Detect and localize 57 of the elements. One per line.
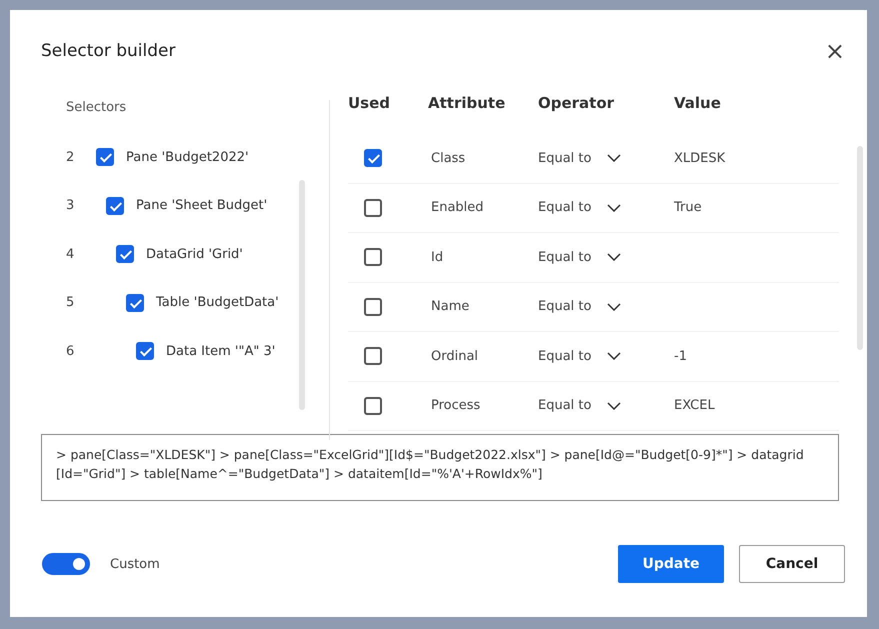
column-header: Operator — [538, 94, 616, 112]
operator-dropdown[interactable]: Equal to — [538, 348, 646, 364]
scrollbar[interactable] — [857, 146, 863, 350]
selector-item[interactable]: Data Item '"A" 3' — [166, 344, 276, 359]
table-cell-text: Name — [430, 299, 470, 314]
chevron-down-icon[interactable] — [607, 402, 622, 410]
operator-dropdown[interactable]: Equal to — [538, 150, 646, 166]
checkbox[interactable] — [364, 347, 382, 366]
close-button[interactable]: × — [820, 37, 849, 65]
row-number: 4 — [66, 246, 76, 262]
selector-item[interactable]: Table 'BudgetData' — [156, 295, 279, 310]
table-cell-text: True — [674, 200, 703, 216]
table-cell-text: Class — [430, 150, 466, 166]
row-number: 3 — [66, 198, 76, 214]
selectors-heading: Selectors — [66, 100, 128, 115]
scrollbar[interactable] — [299, 180, 305, 410]
column-header: Value — [674, 94, 722, 112]
row-number: 5 — [66, 295, 76, 310]
table-cell-text: -1 — [674, 348, 688, 364]
checkbox[interactable] — [136, 342, 154, 360]
checkbox[interactable] — [364, 149, 382, 168]
row-number: 2 — [66, 150, 76, 165]
operator-dropdown[interactable]: Equal to — [538, 398, 646, 414]
dialog-title: Selector builder — [41, 41, 176, 61]
checkbox[interactable] — [96, 148, 114, 166]
checkbox[interactable] — [364, 298, 382, 316]
table-cell-text: XLDESK — [674, 150, 726, 166]
selector-item[interactable]: DataGrid 'Grid' — [146, 246, 243, 262]
row-number: 6 — [66, 344, 76, 359]
operator-dropdown[interactable]: Equal to — [538, 299, 646, 314]
chevron-down-icon[interactable] — [607, 154, 622, 162]
checkbox[interactable] — [116, 245, 134, 264]
checkbox[interactable] — [364, 248, 382, 266]
custom-label: Custom — [110, 556, 160, 572]
table-cell-text: Id — [430, 250, 444, 265]
selector-item[interactable]: Pane 'Sheet Budget' — [136, 198, 268, 214]
operator-dropdown[interactable]: Equal to — [538, 250, 646, 265]
chevron-down-icon[interactable] — [607, 253, 622, 262]
update-button[interactable]: Update — [618, 545, 724, 583]
cancel-button[interactable]: Cancel — [739, 545, 845, 583]
table-cell-text: EXCEL — [674, 398, 716, 414]
checkbox[interactable] — [364, 396, 382, 415]
table-cell-text: Process — [430, 398, 482, 414]
chevron-down-icon[interactable] — [607, 302, 622, 311]
table-cell-text: Enabled — [430, 200, 485, 216]
checkbox[interactable] — [106, 196, 124, 215]
column-header: Attribute — [428, 94, 506, 112]
selector-text-field[interactable]: > pane[Class="XLDESK"] > pane[Class="ExcelGrid"][Id$="Budget2022.xlsx"] > pane[Id@="Budget[0-9]*"] > datagrid [Id="Grid"] > table[Name^="BudgetData"] > dataitem[Id="%'A'+RowIdx%"] — [41, 434, 839, 501]
table-cell-text: Ordinal — [430, 348, 480, 364]
selector-item[interactable]: Pane 'Budget2022' — [126, 150, 249, 165]
chevron-down-icon[interactable] — [607, 352, 622, 360]
checkbox[interactable] — [364, 198, 382, 217]
column-header: Used — [348, 94, 392, 112]
operator-dropdown[interactable]: Equal to — [538, 200, 646, 216]
checkbox[interactable] — [126, 294, 144, 312]
custom-toggle[interactable] — [42, 553, 90, 575]
chevron-down-icon[interactable] — [607, 204, 622, 212]
